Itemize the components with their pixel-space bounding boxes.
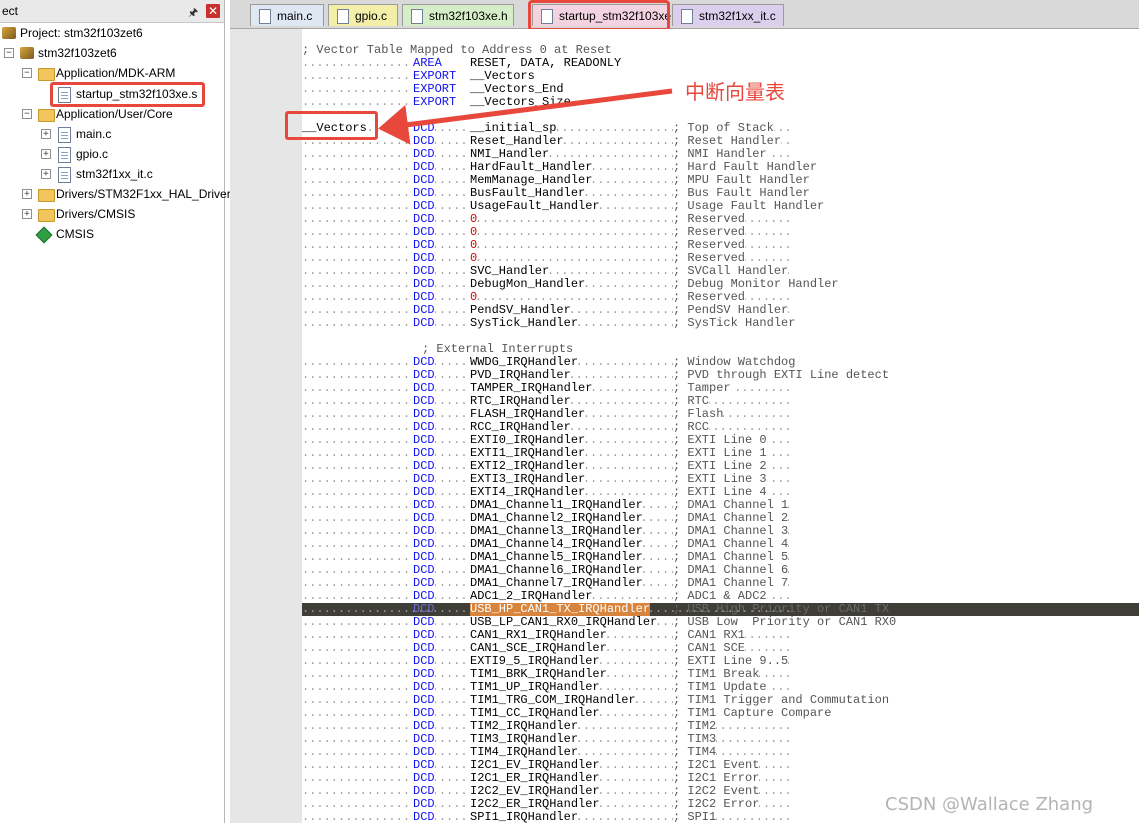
tree-item-label: Drivers/CMSIS xyxy=(56,207,136,221)
tab-gpio-c[interactable]: gpio.c xyxy=(328,4,398,26)
file-icon xyxy=(58,147,71,163)
pin-icon[interactable]: 🖈 xyxy=(188,4,198,23)
tree-item[interactable]: + gpio.c xyxy=(0,144,224,164)
folder-icon xyxy=(38,189,55,202)
folder-icon xyxy=(38,68,55,81)
tree-item-label: stm32f103zet6 xyxy=(38,46,117,60)
file-icon xyxy=(681,9,693,24)
tree-item-label: Project: stm32f103zet6 xyxy=(20,26,143,40)
line-number-gutter xyxy=(230,29,302,823)
annotation-label: 中断向量表 xyxy=(685,80,785,104)
tree-item-label: Drivers/STM32F1xx_HAL_Driver xyxy=(56,187,231,201)
target-icon xyxy=(20,47,34,59)
tree-item-label: CMSIS xyxy=(56,227,95,241)
tree-item[interactable]: + main.c xyxy=(0,124,224,144)
highlight-box-active-tab xyxy=(528,0,670,31)
tab-label: stm32f1xx_it.c xyxy=(699,9,776,23)
expand-icon[interactable]: + xyxy=(22,209,32,219)
file-icon xyxy=(337,9,349,24)
tab-main-c[interactable]: main.c xyxy=(250,4,324,26)
tree-item-label: stm32f1xx_it.c xyxy=(76,167,153,181)
expand-icon[interactable]: + xyxy=(41,149,51,159)
code-area[interactable]: 5253; Vector Table Mapped to Address 0 a… xyxy=(302,29,1139,823)
tab-label: main.c xyxy=(277,9,313,23)
close-icon[interactable]: ✕ xyxy=(206,4,220,18)
tab-stm32f1xx-it-c[interactable]: stm32f1xx_it.c xyxy=(672,4,784,26)
tab-label: stm32f103xe.h xyxy=(429,9,508,23)
tree-item-label: Application/MDK-ARM xyxy=(56,66,176,80)
project-icon xyxy=(2,27,16,39)
tree-item[interactable]: − stm32f103zet6 xyxy=(0,43,224,63)
file-icon xyxy=(411,9,423,24)
code-operand: SPI1_IRQHandler xyxy=(470,810,579,823)
editor-tab-bar: main.c gpio.c stm32f103xe.h startup_stm32f1… xyxy=(230,0,1139,29)
code-comment: ; SysTick Handler xyxy=(673,316,796,330)
watermark: CSDN @Wallace Zhang xyxy=(885,794,1094,815)
code-operand: SysTick_Handler xyxy=(470,316,579,330)
code-directive: DCD xyxy=(413,810,435,823)
code-line[interactable]: 74......................................… xyxy=(302,317,1139,330)
collapse-icon[interactable]: − xyxy=(22,68,32,78)
code-directive: EXPORT xyxy=(413,95,457,109)
tree-item[interactable]: + Drivers/STM32F1xx_HAL_Driver xyxy=(0,184,231,204)
tree-item-label: main.c xyxy=(76,127,112,141)
expand-icon[interactable]: + xyxy=(22,189,32,199)
code-editor[interactable]: 5253; Vector Table Mapped to Address 0 a… xyxy=(230,29,1139,823)
highlight-box-startup-file xyxy=(50,82,205,107)
code-operand: __Vectors_Size xyxy=(470,95,571,109)
project-panel-header: ect 🖈 ✕ xyxy=(0,0,224,23)
component-icon xyxy=(35,226,53,244)
highlight-box-vectors-label xyxy=(285,111,378,140)
code-comment: ; SPI1 xyxy=(673,810,717,823)
tree-item[interactable]: + Drivers/CMSIS xyxy=(0,204,224,224)
tab-label: gpio.c xyxy=(355,9,388,23)
file-icon xyxy=(58,127,71,143)
file-icon xyxy=(259,9,271,24)
tree-item[interactable]: − Application/MDK-ARM xyxy=(0,63,224,83)
tree-item-label: gpio.c xyxy=(76,147,109,161)
expand-icon[interactable]: + xyxy=(41,169,51,179)
tree-item[interactable]: − Application/User/Core xyxy=(0,104,224,124)
file-icon xyxy=(58,167,71,183)
tree-item[interactable]: Project: stm32f103zet6 xyxy=(0,23,224,43)
collapse-icon[interactable]: − xyxy=(4,48,14,58)
folder-icon xyxy=(38,109,55,122)
folder-icon xyxy=(38,209,55,222)
tree-item-label: Application/User/Core xyxy=(56,107,173,121)
collapse-icon[interactable]: − xyxy=(22,109,32,119)
project-panel-title: ect xyxy=(2,4,19,18)
project-panel: ect 🖈 ✕ Project: stm32f103zet6− stm32f103… xyxy=(0,0,231,823)
tree-item[interactable]: CMSIS xyxy=(0,224,224,244)
code-directive: DCD xyxy=(413,316,435,330)
tree-item[interactable]: + stm32f1xx_it.c xyxy=(0,164,224,184)
tab-stm32f103xe-h[interactable]: stm32f103xe.h xyxy=(402,4,514,26)
expand-icon[interactable]: + xyxy=(41,129,51,139)
